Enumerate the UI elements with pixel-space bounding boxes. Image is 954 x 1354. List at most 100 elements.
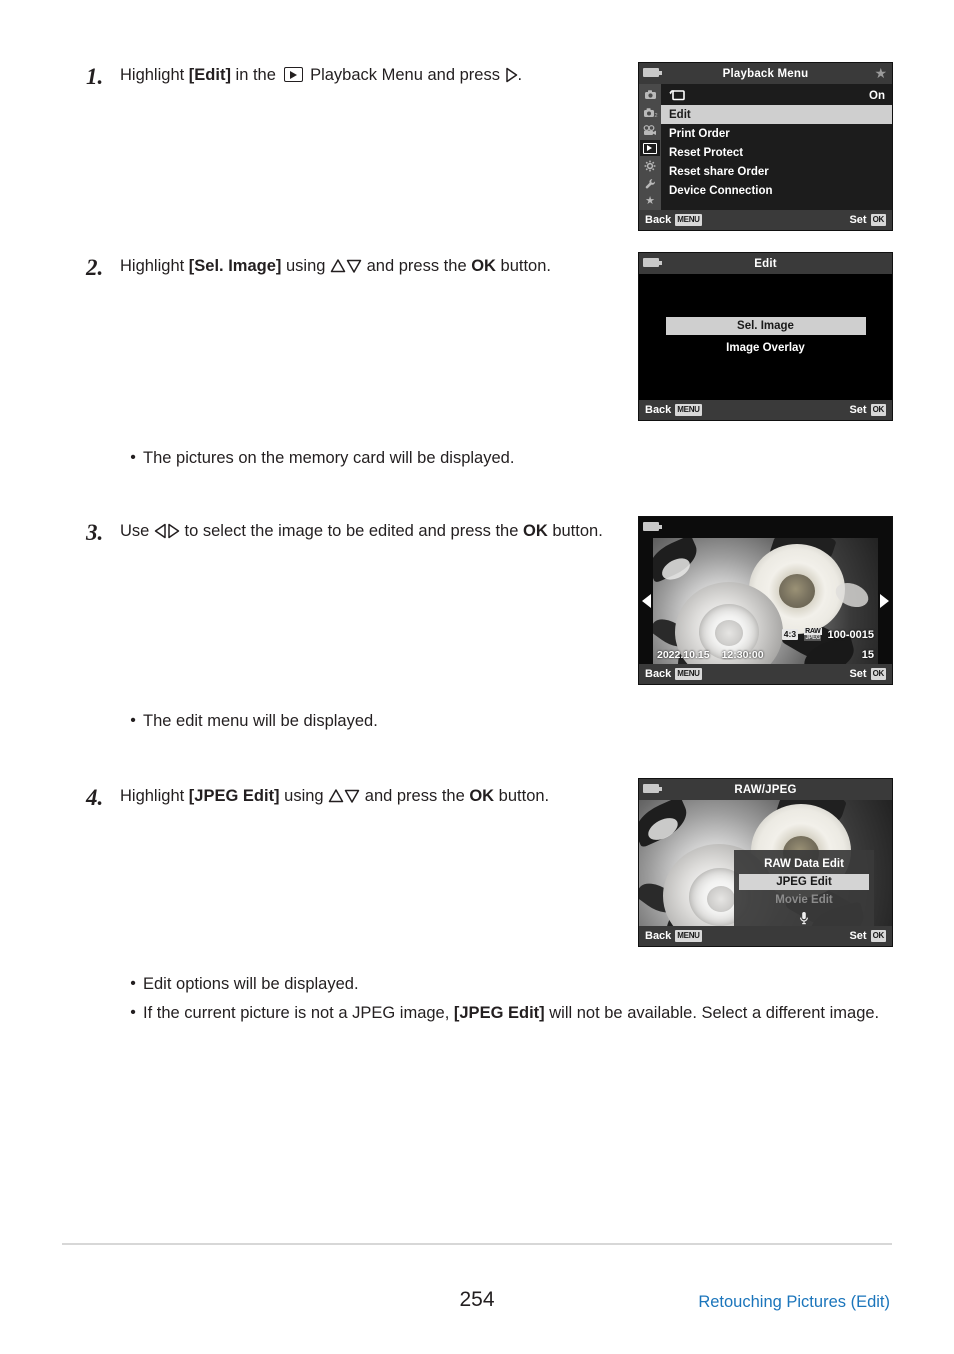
image-select-body: 4:3 RAW JPEG 100-0015 2022.10.15 12:30:0… bbox=[639, 538, 892, 664]
file-number: 100-0015 bbox=[827, 628, 875, 641]
edit-option-sel-image[interactable]: Sel. Image bbox=[665, 317, 866, 335]
step-3-number: 3. bbox=[86, 520, 104, 545]
note-text: If the current picture is not a JPEG ima… bbox=[143, 1000, 879, 1027]
step-4: 4. Highlight [JPEG Edit] using and press… bbox=[86, 783, 549, 813]
back-control[interactable]: Back MENU bbox=[645, 214, 702, 226]
note-after-step-2: • The pictures on the memory card will b… bbox=[123, 445, 514, 474]
section-title: Retouching Pictures (Edit) bbox=[698, 1293, 890, 1311]
footer-divider bbox=[62, 1243, 892, 1245]
raw-jpeg-dialog: RAW Data Edit JPEG Edit Movie Edit bbox=[734, 850, 874, 926]
set-control[interactable]: Set OK bbox=[849, 404, 886, 416]
sidebar-item-camera2[interactable]: 2 bbox=[640, 104, 660, 121]
sidebar-item-movie[interactable] bbox=[640, 122, 660, 139]
step-4-text-f: button. bbox=[494, 787, 550, 805]
back-control[interactable]: Back MENU bbox=[645, 930, 702, 942]
notes-after-step-4: • Edit options will be displayed. • If t… bbox=[123, 971, 913, 1028]
step-3-text-d: button. bbox=[547, 522, 603, 540]
back-label: Back bbox=[645, 214, 672, 226]
step-2-text-c: using bbox=[281, 257, 331, 275]
playback-menu-title: Playback Menu bbox=[722, 67, 809, 80]
list-item: • The edit menu will be displayed. bbox=[123, 708, 378, 735]
step-4-text-a: Highlight bbox=[120, 787, 189, 805]
bullet-dot: • bbox=[130, 975, 136, 992]
raw-jpeg-footer: Back MENU Set OK bbox=[639, 926, 892, 946]
note-after-step-3: • The edit menu will be displayed. bbox=[123, 708, 378, 737]
step-1-number: 1. bbox=[86, 64, 104, 89]
arrow-right-icon bbox=[505, 67, 518, 83]
edit-titlebar: Edit bbox=[639, 253, 892, 274]
sidebar-item-myset-star[interactable]: ★ bbox=[640, 193, 660, 210]
edit-options: Sel. Image Image Overlay bbox=[639, 274, 892, 400]
step-3-text-c: OK bbox=[523, 522, 548, 540]
menu-key-icon: MENU bbox=[675, 404, 702, 416]
step-1-text-a: Highlight bbox=[120, 66, 189, 84]
back-label: Back bbox=[645, 404, 672, 416]
battery-icon bbox=[643, 522, 662, 531]
note-text: Edit options will be displayed. bbox=[143, 975, 359, 993]
arrow-down-icon bbox=[346, 258, 362, 274]
playback-icon bbox=[283, 67, 303, 82]
menu-row-reset-protect[interactable]: Reset Protect bbox=[661, 143, 892, 162]
step-2-text-e: OK bbox=[471, 257, 496, 275]
sidebar-item-setup-wrench[interactable] bbox=[640, 175, 660, 192]
set-control[interactable]: Set OK bbox=[849, 668, 886, 680]
note-text: The edit menu will be displayed. bbox=[143, 712, 378, 730]
quality-badge-bottom: JPEG bbox=[804, 635, 822, 641]
menu-row-device-connection[interactable]: Device Connection bbox=[661, 181, 892, 200]
sidebar-item-playback[interactable] bbox=[640, 139, 660, 157]
menu-row-print-order-label: Print Order bbox=[669, 127, 730, 140]
edit-option-image-overlay[interactable]: Image Overlay bbox=[666, 339, 866, 357]
raw-jpeg-item-jpeg-edit[interactable]: JPEG Edit bbox=[739, 874, 869, 890]
sidebar-item-camera1[interactable] bbox=[640, 86, 660, 103]
ok-key-icon: OK bbox=[870, 668, 886, 680]
list-item: • The pictures on the memory card will b… bbox=[123, 445, 514, 472]
playback-menu-titlebar: Playback Menu ★ bbox=[639, 63, 892, 84]
menu-row-reset-share-order[interactable]: Reset share Order bbox=[661, 162, 892, 181]
list-item: • If the current picture is not a JPEG i… bbox=[123, 1000, 913, 1027]
step-1-text-e: . bbox=[517, 66, 523, 84]
step-3: 3. Use to select the image to be edited … bbox=[86, 518, 603, 548]
bullet-dot: • bbox=[130, 1003, 136, 1021]
screen-image-select: 4:3 RAW JPEG 100-0015 2022.10.15 12:30:0… bbox=[638, 516, 893, 685]
step-1-text-d: Playback Menu and press bbox=[305, 66, 505, 84]
edit-title: Edit bbox=[754, 257, 777, 270]
image-select-titlebar bbox=[639, 517, 892, 538]
back-control[interactable]: Back MENU bbox=[645, 668, 702, 680]
back-label: Back bbox=[645, 668, 672, 680]
raw-jpeg-title: RAW/JPEG bbox=[734, 783, 797, 796]
raw-jpeg-item-raw-data-edit[interactable]: RAW Data Edit bbox=[739, 856, 869, 872]
back-control[interactable]: Back MENU bbox=[645, 404, 702, 416]
battery-icon bbox=[643, 68, 662, 77]
sidebar-item-custom-gear[interactable] bbox=[640, 157, 660, 174]
playback-menu-body: 2 ★ On Edit Print Order Reset Protect Re… bbox=[639, 84, 892, 210]
capture-datetime: 2022.10.15 12:30:00 bbox=[657, 649, 764, 661]
step-4-text-e: OK bbox=[469, 787, 495, 805]
menu-row-print-order[interactable]: Print Order bbox=[661, 124, 892, 143]
step-2: 2. Highlight [Sel. Image] using and pres… bbox=[86, 253, 551, 283]
svg-text:2: 2 bbox=[654, 113, 657, 118]
set-control[interactable]: Set OK bbox=[849, 930, 886, 942]
bullet-dot: • bbox=[130, 712, 136, 729]
menu-row-edit-label: Edit bbox=[669, 108, 691, 121]
arrow-left-icon bbox=[154, 523, 167, 539]
frame-number: 15 bbox=[861, 649, 874, 661]
step-3-text-a: Use bbox=[120, 522, 154, 540]
raw-jpeg-titlebar: RAW/JPEG bbox=[639, 779, 892, 800]
step-4-text: Highlight [JPEG Edit] using and press th… bbox=[120, 783, 549, 810]
note-text-b: [JPEG Edit] bbox=[453, 1003, 545, 1022]
set-control[interactable]: Set OK bbox=[849, 214, 886, 226]
step-1-text-b: [Edit] bbox=[188, 66, 231, 84]
note-text: The pictures on the memory card will be … bbox=[143, 449, 515, 467]
next-image-arrow-icon[interactable] bbox=[880, 594, 889, 608]
menu-row-slideshow[interactable]: On bbox=[661, 86, 892, 105]
step-2-text: Highlight [Sel. Image] using and press t… bbox=[120, 253, 551, 280]
back-label: Back bbox=[645, 930, 672, 942]
step-4-text-b: [JPEG Edit] bbox=[188, 787, 280, 805]
step-1-text: Highlight [Edit] in the Playback Menu an… bbox=[120, 62, 522, 89]
screen-playback-menu: Playback Menu ★ 2 ★ On Edit Print Order … bbox=[638, 62, 893, 231]
slideshow-rotate-icon bbox=[669, 88, 686, 104]
ok-key-icon: OK bbox=[870, 214, 886, 226]
prev-image-arrow-icon[interactable] bbox=[642, 594, 651, 608]
menu-row-edit[interactable]: Edit bbox=[661, 105, 892, 124]
menu-row-slideshow-value: On bbox=[869, 89, 885, 102]
